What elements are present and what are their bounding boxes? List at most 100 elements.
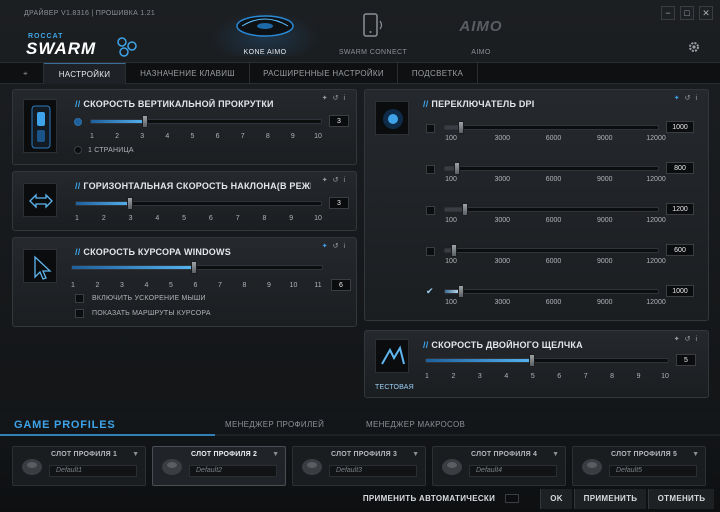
chevron-down-icon[interactable]: ▼ xyxy=(412,451,419,458)
chevron-down-icon[interactable]: ▼ xyxy=(552,451,559,458)
profile-slot-4[interactable]: СЛОТ ПРОФИЛЯ 4 ▼ Default4 xyxy=(432,446,566,486)
reset-icon[interactable]: ↺ xyxy=(685,95,696,102)
profile-name-field[interactable]: Default5 xyxy=(609,465,697,477)
double-click-slider[interactable] xyxy=(425,354,669,367)
slider-knob[interactable] xyxy=(458,121,464,134)
cancel-button[interactable]: ОТМЕНИТЬ xyxy=(648,489,714,509)
info-icon[interactable]: i xyxy=(343,95,350,102)
profile-name-field[interactable]: Default1 xyxy=(49,465,137,477)
maximize-button[interactable]: □ xyxy=(680,6,694,20)
reset-icon[interactable]: ↺ xyxy=(333,177,344,184)
info-icon[interactable]: i xyxy=(695,95,702,102)
slider-knob[interactable] xyxy=(127,197,133,210)
dpi-level-checkbox[interactable]: ✔ xyxy=(426,286,435,297)
dpi-level-value[interactable]: 1000 xyxy=(666,121,694,133)
one-page-radio[interactable] xyxy=(74,146,82,154)
one-page-label: 1 СТРАНИЦА xyxy=(88,147,134,154)
dpi-level-checkbox[interactable] xyxy=(426,247,435,256)
profile-slot-name: СЛОТ ПРОФИЛЯ 1 xyxy=(51,451,118,458)
reset-icon[interactable]: ↺ xyxy=(333,243,344,250)
auto-apply-toggle[interactable] xyxy=(505,494,519,503)
chevron-down-icon[interactable]: ▼ xyxy=(692,451,699,458)
dpi-level-slider[interactable] xyxy=(444,285,659,298)
pin-icon[interactable]: ✦ xyxy=(322,95,333,102)
profile-name-field[interactable]: Default2 xyxy=(189,465,277,477)
dpi-level-value[interactable]: 1000 xyxy=(666,285,694,297)
profile-mouse-icon xyxy=(162,459,182,475)
horizontal-tilt-value[interactable]: 3 xyxy=(329,197,349,209)
info-icon[interactable]: i xyxy=(695,336,702,343)
slider-fill xyxy=(76,202,132,205)
pin-icon[interactable]: ✦ xyxy=(674,95,685,102)
scroll-lines-radio[interactable] xyxy=(74,118,82,126)
pin-icon[interactable]: ✦ xyxy=(322,177,333,184)
panel-icons: ✦↺i xyxy=(674,335,702,343)
pin-icon[interactable]: ✦ xyxy=(674,336,685,343)
reset-icon[interactable]: ↺ xyxy=(685,336,696,343)
device-kone-aimo[interactable]: KONE AIMO xyxy=(210,10,320,56)
slider-knob[interactable] xyxy=(142,115,148,128)
info-icon[interactable]: i xyxy=(343,243,350,250)
profile-slot-3[interactable]: СЛОТ ПРОФИЛЯ 3 ▼ Default3 xyxy=(292,446,426,486)
gear-icon[interactable] xyxy=(687,40,701,54)
chevron-down-icon[interactable]: ▼ xyxy=(132,451,139,458)
tab-key-assignment[interactable]: НАЗНАЧЕНИЕ КЛАВИШ xyxy=(126,63,250,84)
tick-label: 6000 xyxy=(545,299,562,306)
tick-label: 7 xyxy=(240,133,245,140)
slider-knob[interactable] xyxy=(451,244,457,257)
dpi-level-slider[interactable] xyxy=(444,244,659,257)
cursor-trails-checkbox[interactable] xyxy=(75,309,84,318)
tab-profile-manager[interactable]: МЕНЕДЖЕР ПРОФИЛЕЙ xyxy=(225,414,324,436)
dpi-level-value[interactable]: 1200 xyxy=(666,203,694,215)
dpi-level-checkbox[interactable] xyxy=(426,124,435,133)
profile-slot-5[interactable]: СЛОТ ПРОФИЛЯ 5 ▼ Default5 xyxy=(572,446,706,486)
tick-label: 4 xyxy=(155,215,160,222)
profile-slot-name: СЛОТ ПРОФИЛЯ 2 xyxy=(191,451,258,458)
double-click-value[interactable]: 5 xyxy=(676,354,696,366)
profile-name-field[interactable]: Default4 xyxy=(469,465,557,477)
slider-knob[interactable] xyxy=(454,162,460,175)
mouse-acceleration-checkbox[interactable] xyxy=(75,294,84,303)
close-button[interactable]: ✕ xyxy=(699,6,713,20)
minimize-button[interactable]: − xyxy=(661,6,675,20)
device-aimo[interactable]: AIMO AIMO xyxy=(426,10,536,56)
device-swarm-connect[interactable]: SWARM CONNECT xyxy=(318,10,428,56)
profile-slot-2[interactable]: СЛОТ ПРОФИЛЯ 2 ▼ Default2 xyxy=(152,446,286,486)
dpi-level-checkbox[interactable] xyxy=(426,165,435,174)
cursor-speed-panel: ✦↺i //СКОРОСТЬ КУРСОРА WINDOWS 6 1 2 3 4 5 6 7… xyxy=(12,237,357,327)
double-click-test-image[interactable] xyxy=(375,339,409,373)
tab-pin[interactable]: ⌖ xyxy=(8,63,44,84)
pin-icon[interactable]: ✦ xyxy=(322,243,333,250)
cursor-speed-slider[interactable] xyxy=(71,261,323,274)
horizontal-tilt-slider[interactable] xyxy=(75,197,322,210)
apply-button[interactable]: ПРИМЕНИТЬ xyxy=(574,489,646,509)
profile-slot-1[interactable]: СЛОТ ПРОФИЛЯ 1 ▼ Default1 xyxy=(12,446,146,486)
dpi-level-slider[interactable] xyxy=(444,121,659,134)
info-icon[interactable]: i xyxy=(343,177,350,184)
tab-illumination[interactable]: ПОДСВЕТКА xyxy=(398,63,478,84)
tab-macro-manager[interactable]: МЕНЕДЖЕР МАКРОСОВ xyxy=(366,414,465,436)
dpi-level-value[interactable]: 600 xyxy=(666,244,694,256)
dpi-level-checkbox[interactable] xyxy=(426,206,435,215)
tab-advanced-settings[interactable]: РАСШИРЕННЫЕ НАСТРОЙКИ xyxy=(250,63,398,84)
tick-label: 2 xyxy=(95,282,100,289)
dpi-level-slider[interactable] xyxy=(444,162,659,175)
slider-knob[interactable] xyxy=(191,261,197,274)
ok-button[interactable]: OK xyxy=(540,489,572,509)
vertical-scroll-slider[interactable] xyxy=(90,115,322,128)
dpi-level-ticks: 100 3000 6000 9000 12000 xyxy=(445,258,666,268)
reset-icon[interactable]: ↺ xyxy=(333,95,344,102)
slider-knob[interactable] xyxy=(462,203,468,216)
cursor-trails-label: ПОКАЗАТЬ МАРШРУТЫ КУРСОРА xyxy=(92,310,211,317)
chevron-down-icon[interactable]: ▼ xyxy=(272,451,279,458)
tab-settings[interactable]: НАСТРОЙКИ xyxy=(44,63,126,84)
settings-tabbar: ⌖ НАСТРОЙКИ НАЗНАЧЕНИЕ КЛАВИШ РАСШИРЕННЫ… xyxy=(0,62,720,84)
slider-knob[interactable] xyxy=(458,285,464,298)
cursor-speed-value[interactable]: 6 xyxy=(331,279,351,291)
horizontal-tilt-ticks: 1 2 3 4 5 6 7 8 9 10 xyxy=(75,215,322,225)
dpi-level-slider[interactable] xyxy=(444,203,659,216)
vertical-scroll-value[interactable]: 3 xyxy=(329,115,349,127)
dpi-level-value[interactable]: 800 xyxy=(666,162,694,174)
profile-name-field[interactable]: Default3 xyxy=(329,465,417,477)
slider-knob[interactable] xyxy=(529,354,535,367)
